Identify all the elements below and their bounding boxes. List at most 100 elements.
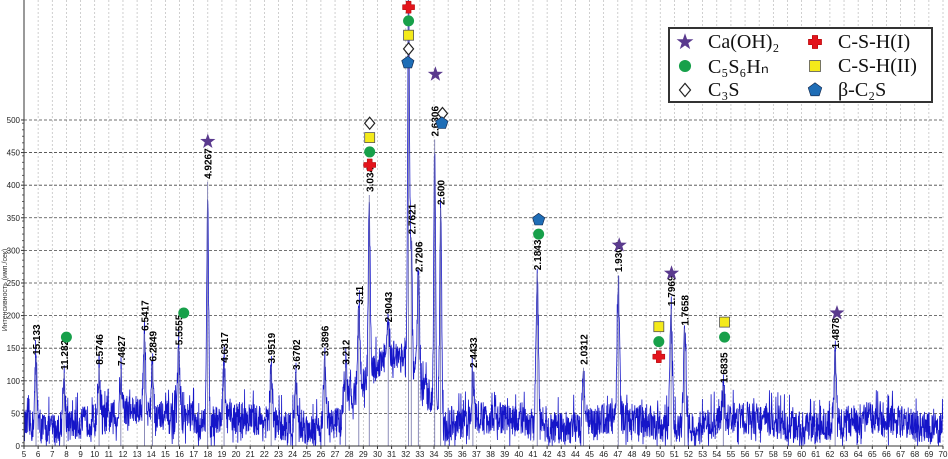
x-tick-label: 52: [684, 450, 693, 459]
phase-marker-caoh2: [829, 305, 845, 320]
x-tick-label: 50: [656, 450, 665, 459]
x-tick-label: 66: [882, 450, 891, 459]
x-tick-label: 25: [302, 450, 311, 459]
x-tick-label: 38: [486, 450, 495, 459]
x-tick-label: 41: [529, 450, 538, 459]
x-tick-label: 8: [64, 450, 69, 459]
square-icon: [809, 60, 821, 72]
phase-marker-csh2: [403, 29, 414, 41]
peak-label: 1.4878: [831, 317, 842, 348]
x-tick-label: 12: [119, 450, 128, 459]
x-tick-label: 13: [133, 450, 142, 459]
legend-item: β-C₂S: [804, 78, 934, 102]
circle-icon: [678, 59, 692, 73]
legend-label: β-C₂S: [838, 78, 887, 101]
phase-marker-csh2: [364, 132, 376, 143]
peak-label: 1.7658: [681, 295, 692, 326]
peak-label: 2.7206: [414, 241, 425, 272]
peak-label: 1.7969: [667, 275, 678, 306]
peak-label: 2.7621: [407, 203, 418, 234]
phase-marker-csh1: [652, 350, 666, 363]
x-tick-label: 35: [444, 450, 453, 459]
legend: Ca(OH)₂ C-S-H(I) C₅S₆Hₙ C-S-H(II) C₃S β-C₂S: [668, 27, 933, 103]
phase-marker-c5s6hn: [60, 331, 72, 343]
x-tick-label: 70: [939, 450, 948, 459]
peak-label: 1.6835: [719, 352, 730, 383]
peak-label: 7.4627: [117, 335, 128, 366]
x-tick-label: 45: [585, 450, 594, 459]
x-tick-label: 36: [458, 450, 467, 459]
x-tick-label: 24: [288, 450, 297, 459]
peak-label: 2.600: [437, 180, 448, 205]
x-tick-label: 33: [415, 450, 424, 459]
legend-label: C-S-H(II): [838, 54, 917, 77]
peak-label: 2.1843: [533, 239, 544, 270]
x-tick-label: 60: [797, 450, 806, 459]
x-tick-label: 68: [910, 450, 919, 459]
peak-label: 3.212: [342, 339, 353, 364]
peak-label: 4.9267: [204, 148, 215, 179]
x-tick-label: 6: [36, 450, 41, 459]
diamond-icon: [678, 82, 692, 98]
y-tick-label: 100: [7, 377, 21, 386]
x-tick-label: 21: [246, 450, 255, 459]
legend-symbol: [676, 33, 694, 50]
x-tick-label: 40: [514, 450, 523, 459]
x-tick-label: 26: [316, 450, 325, 459]
y-tick-label: 400: [7, 181, 21, 190]
x-tick-label: 54: [712, 450, 721, 459]
peak-label: 6.5417: [140, 300, 151, 331]
x-tick-label: 67: [896, 450, 905, 459]
x-tick-label: 47: [613, 450, 622, 459]
x-tick-label: 11: [105, 450, 114, 459]
legend-label: C-S-H(I): [838, 30, 911, 53]
x-tick-label: 51: [670, 450, 679, 459]
x-tick-label: 5: [22, 450, 27, 459]
x-tick-label: 55: [726, 450, 735, 459]
y-tick-label: 350: [7, 214, 21, 223]
peak-label: 2.4433: [469, 337, 480, 368]
x-tick-label: 49: [642, 450, 651, 459]
peak-label: 4.6317: [220, 332, 231, 363]
peak-label: 8.5746: [95, 334, 106, 365]
legend-symbol: [809, 60, 821, 72]
x-tick-label: 29: [359, 450, 368, 459]
phase-marker-csh1: [402, 0, 415, 14]
x-tick-label: 7: [50, 450, 55, 459]
x-tick-label: 23: [274, 450, 283, 459]
y-tick-label: 0: [16, 442, 21, 451]
phase-marker-c5s6hn: [719, 331, 731, 343]
peak-label: 11.282: [60, 339, 71, 369]
y-axis-title: Интенсивность (имп./сек): [2, 249, 9, 332]
peak-label: 5.5555: [175, 314, 186, 345]
legend-item: C-S-H(II): [804, 54, 934, 78]
phase-marker-c3s: [363, 116, 376, 131]
legend-item: C-S-H(I): [804, 30, 934, 54]
x-tick-label: 64: [854, 450, 863, 459]
x-tick-label: 32: [401, 450, 410, 459]
legend-label: Ca(OH)₂: [708, 30, 780, 53]
peak-labels: 15.133 11.282 8.5746 7.4627 6.54176.2849 5.55…: [32, 106, 842, 383]
phase-marker-c5s6hn: [533, 228, 545, 240]
x-tick-label: 9: [78, 450, 83, 459]
x-tick-label: 63: [840, 450, 849, 459]
x-tick-label: 42: [543, 450, 552, 459]
y-tick-label: 150: [7, 344, 21, 353]
x-tick-label: 34: [430, 450, 439, 459]
peak-label: 3.6702: [292, 339, 303, 370]
legend-symbol: [807, 82, 823, 97]
phase-marker-csh2: [719, 316, 730, 328]
legend-symbol: [808, 35, 822, 49]
x-tick-label: 15: [161, 450, 170, 459]
phase-marker-c5s6hn: [364, 146, 376, 158]
y-tick-label: 50: [11, 409, 20, 418]
x-tick-label: 62: [825, 450, 834, 459]
legend-label: C₅S₆Hₙ: [708, 55, 769, 78]
x-tick-label: 37: [472, 450, 481, 459]
x-tick-label: 28: [345, 450, 354, 459]
phase-marker-csh2: [653, 321, 665, 333]
x-tick-label: 27: [331, 450, 340, 459]
x-tick-label: 20: [232, 450, 241, 459]
x-tick-label: 56: [741, 450, 750, 459]
legend-item: Ca(OH)₂: [674, 30, 804, 54]
